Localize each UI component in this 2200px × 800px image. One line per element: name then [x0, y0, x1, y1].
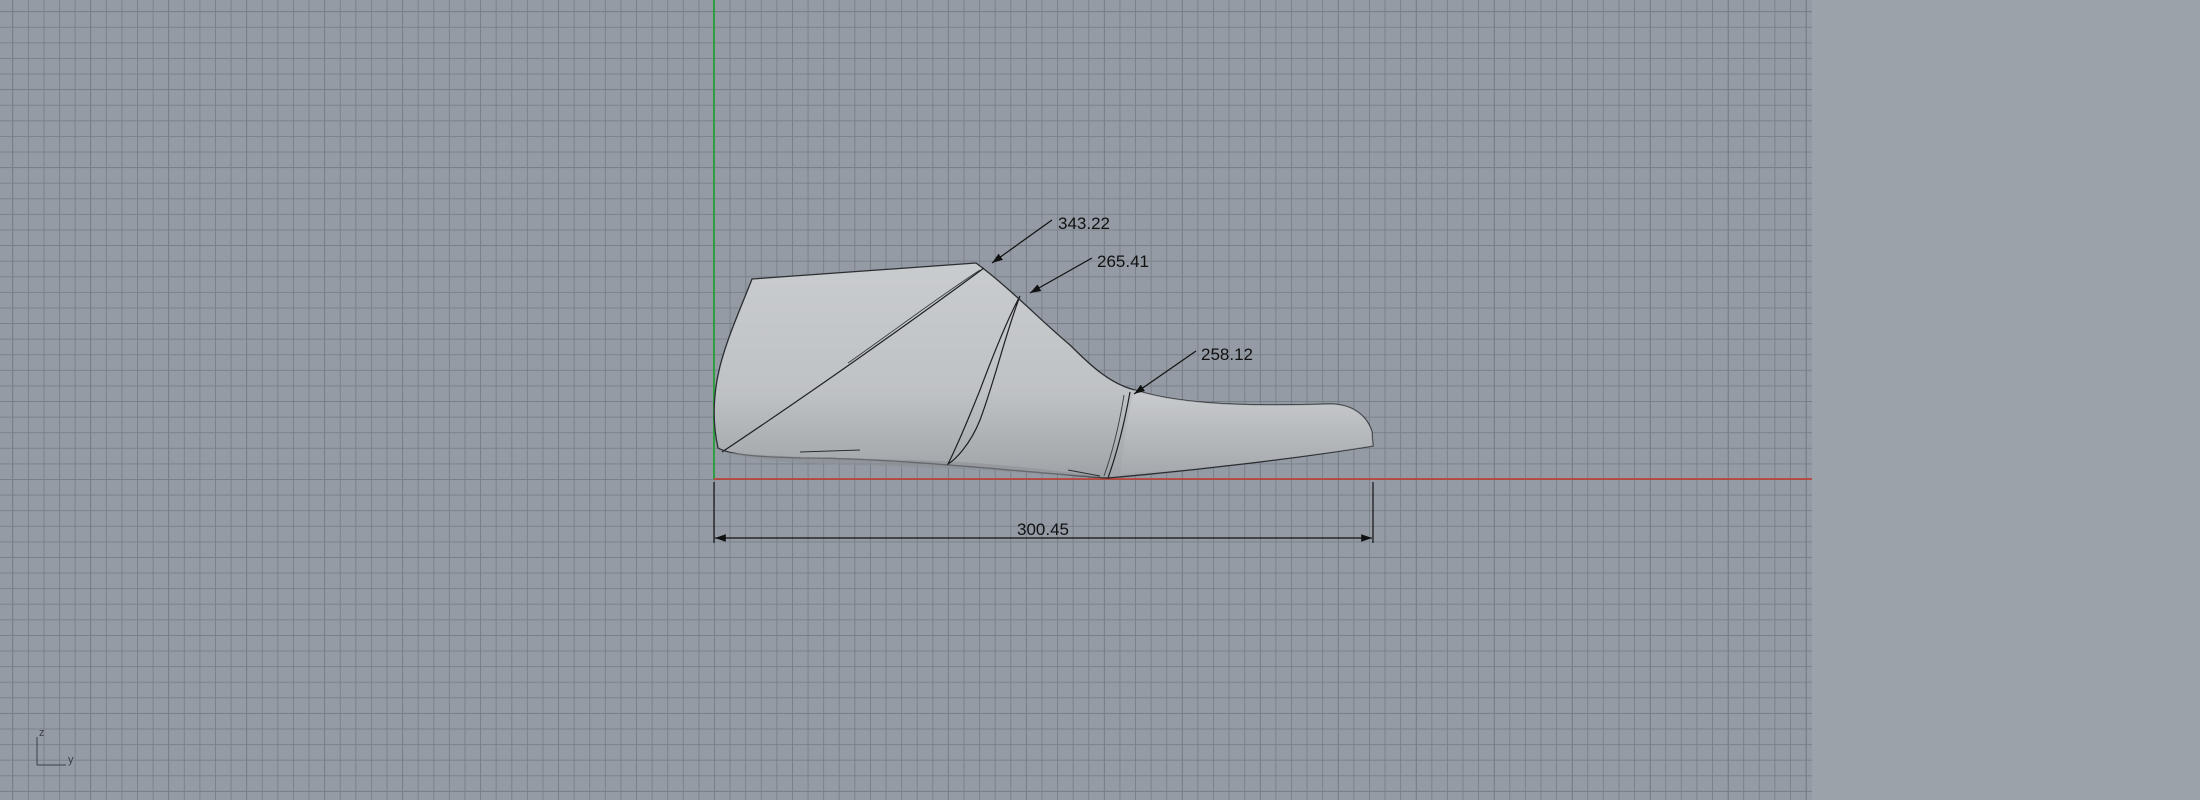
girth-2-label: 265.41	[1097, 252, 1149, 271]
toe-highlight	[1120, 390, 1373, 474]
perspective-viewport-right[interactable]: 343.22 265.41 258.12 300.45 z y	[0, 0, 1812, 800]
girth-2-leader	[1029, 257, 1093, 294]
axis-indicator-vertical-label: z	[39, 727, 45, 739]
girth-3-leader	[1133, 350, 1197, 395]
girth-1-leader	[991, 219, 1053, 264]
dimension-girth-2[interactable]: 265.41	[1029, 252, 1149, 294]
girth-1-label: 343.22	[1058, 214, 1110, 233]
dimension-girth-1[interactable]: 343.22	[991, 214, 1110, 264]
axis-indicator: z y	[36, 727, 74, 766]
axis-indicator-horizontal-label: y	[68, 754, 74, 766]
shoe-last-model[interactable]	[713, 262, 1374, 479]
dimension-girth-3[interactable]: 258.12	[1133, 345, 1253, 395]
girth-3-label: 258.12	[1201, 345, 1253, 364]
dimension-length[interactable]: 300.45	[713, 482, 1374, 543]
length-label: 300.45	[1017, 520, 1069, 539]
side-panel	[1812, 0, 2200, 800]
rhino-app-window: 343.22 265.41 258.12 300.45 z y	[0, 0, 2200, 800]
viewport-scene[interactable]: 343.22 265.41 258.12 300.45 z y	[0, 0, 1812, 800]
